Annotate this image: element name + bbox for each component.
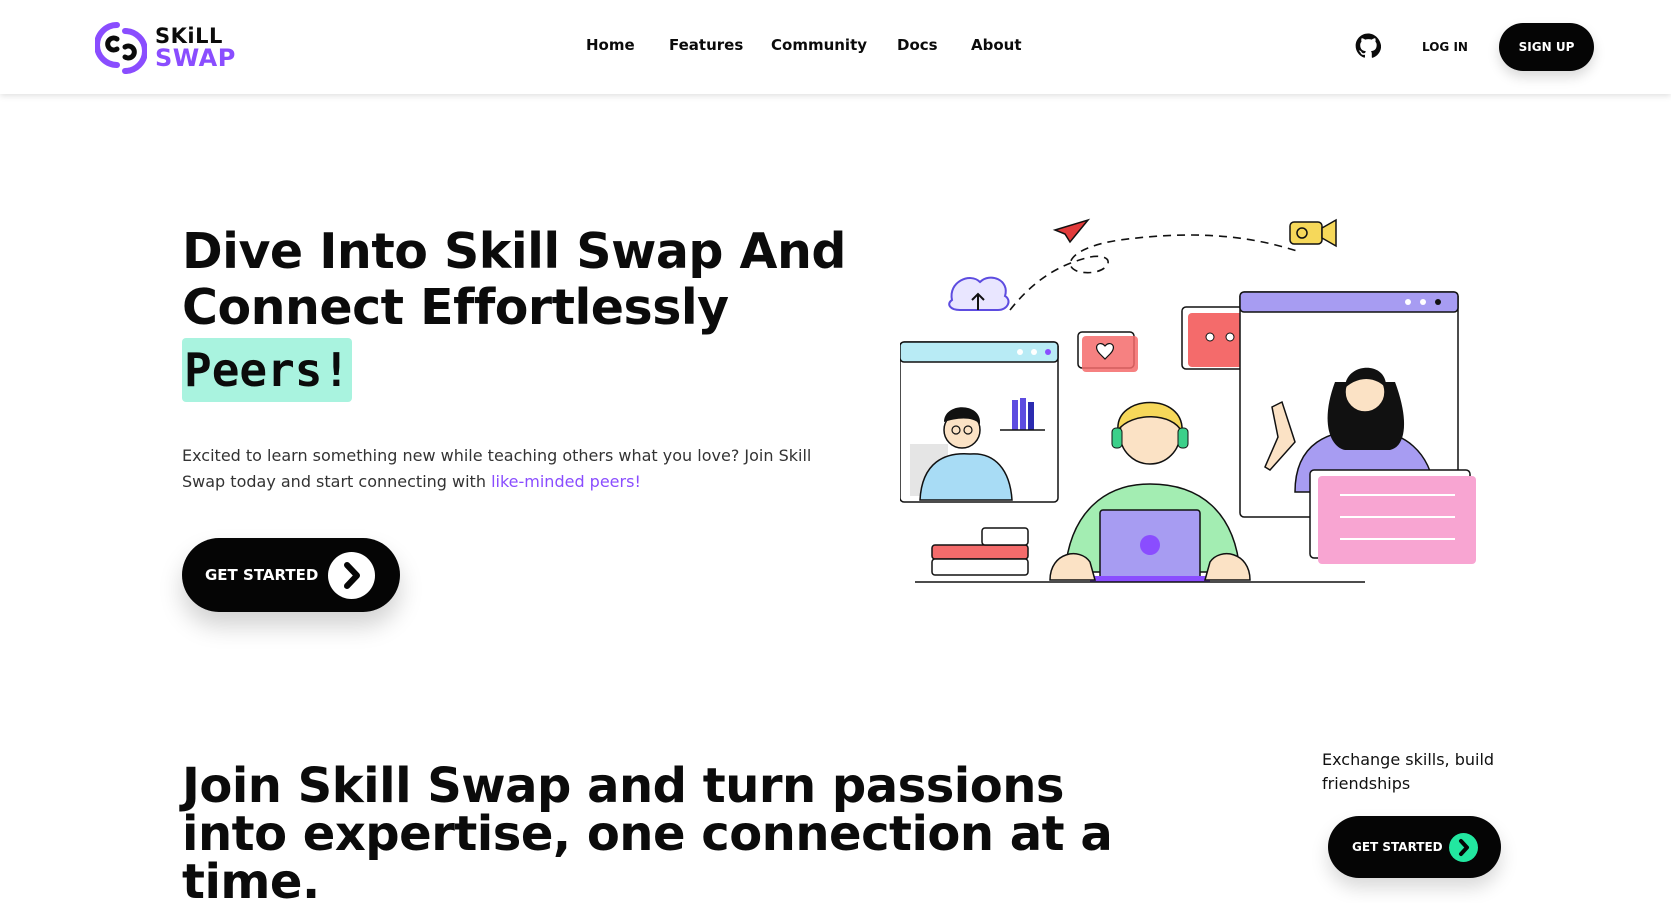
left-video-window bbox=[900, 341, 1059, 503]
get-started-secondary-button[interactable]: GET STARTED bbox=[1328, 816, 1501, 878]
get-started-button[interactable]: GET STARTED bbox=[182, 538, 400, 612]
hero-title-line1: Dive Into Skill Swap And bbox=[182, 223, 846, 280]
nav-community[interactable]: Community bbox=[771, 36, 867, 54]
nav-home[interactable]: Home bbox=[586, 36, 635, 54]
stack-of-books bbox=[931, 527, 1029, 576]
chevron-right-icon bbox=[344, 562, 360, 589]
logo[interactable]: SKiLL SWAP bbox=[95, 19, 245, 75]
paper-plane-icon bbox=[1052, 218, 1091, 244]
get-started-secondary-circle bbox=[1449, 833, 1478, 862]
get-started-circle bbox=[328, 552, 375, 599]
join-headline: Join Skill Swap and turn passions into e… bbox=[182, 758, 1113, 903]
github-icon[interactable] bbox=[1355, 33, 1381, 59]
signup-button[interactable]: SIGN UP bbox=[1499, 23, 1594, 71]
chevron-right-icon bbox=[1459, 839, 1469, 856]
logo-wordmark: SKiLL SWAP bbox=[155, 25, 236, 72]
right-video-window bbox=[1239, 291, 1476, 564]
get-started-secondary-label: GET STARTED bbox=[1352, 840, 1443, 854]
hero-description-link[interactable]: like-minded peers! bbox=[491, 472, 641, 491]
navbar: SKiLL SWAP Home Features Community Docs … bbox=[0, 0, 1671, 94]
logo-line2: SWAP bbox=[155, 44, 236, 72]
hero-description: Excited to learn something new while tea… bbox=[182, 443, 822, 495]
skill-swap-logo-icon bbox=[95, 22, 147, 74]
login-link[interactable]: LOG IN bbox=[1422, 40, 1468, 54]
nav-docs[interactable]: Docs bbox=[897, 36, 938, 54]
exchange-skills-note: Exchange skills, build friendships bbox=[1322, 750, 1495, 793]
center-person-with-laptop bbox=[1049, 401, 1251, 582]
hero-title-highlight: Peers! bbox=[182, 338, 353, 402]
video-camera-icon bbox=[1289, 218, 1337, 248]
get-started-label: GET STARTED bbox=[205, 566, 319, 584]
cloud-upload-icon bbox=[948, 276, 1010, 311]
heart-chat-bubble bbox=[1077, 331, 1138, 372]
nav-about[interactable]: About bbox=[971, 36, 1022, 54]
nav-features[interactable]: Features bbox=[669, 36, 743, 54]
video-call-collaboration-illustration bbox=[900, 218, 1476, 583]
